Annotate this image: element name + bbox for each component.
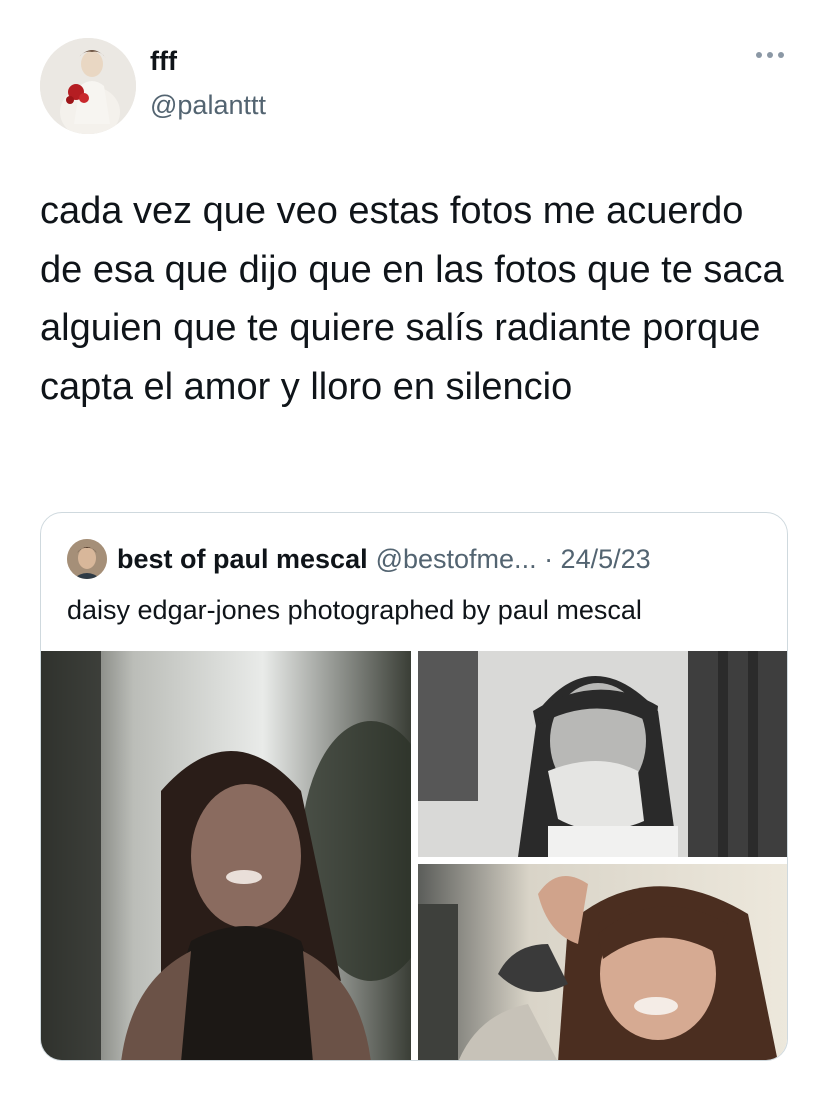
- quoted-header: best of paul mescal @bestofme... · 24/5/…: [67, 539, 651, 579]
- tweet: fff @palanttt cada vez que veo estas fot…: [0, 0, 828, 1102]
- author-name[interactable]: fff: [150, 46, 177, 77]
- quoted-text: daisy edgar-jones photographed by paul m…: [67, 595, 642, 625]
- author-avatar[interactable]: [40, 38, 136, 134]
- photo-1[interactable]: [41, 651, 411, 1060]
- quoted-handle-date[interactable]: @bestofme... · 24/5/23: [376, 544, 651, 575]
- quoted-tweet[interactable]: best of paul mescal @bestofme... · 24/5/…: [40, 512, 788, 1061]
- quoted-media-grid: [41, 651, 787, 1060]
- quoted-avatar[interactable]: [67, 539, 107, 579]
- tweet-text: cada vez que veo estas fotos me acuerdo …: [40, 190, 784, 408]
- more-horizontal-icon[interactable]: [756, 52, 784, 58]
- quoted-author-name[interactable]: best of paul mescal: [117, 544, 368, 575]
- photo-2[interactable]: [418, 651, 787, 857]
- author-handle[interactable]: @palanttt: [150, 90, 266, 121]
- photo-3[interactable]: [418, 864, 787, 1060]
